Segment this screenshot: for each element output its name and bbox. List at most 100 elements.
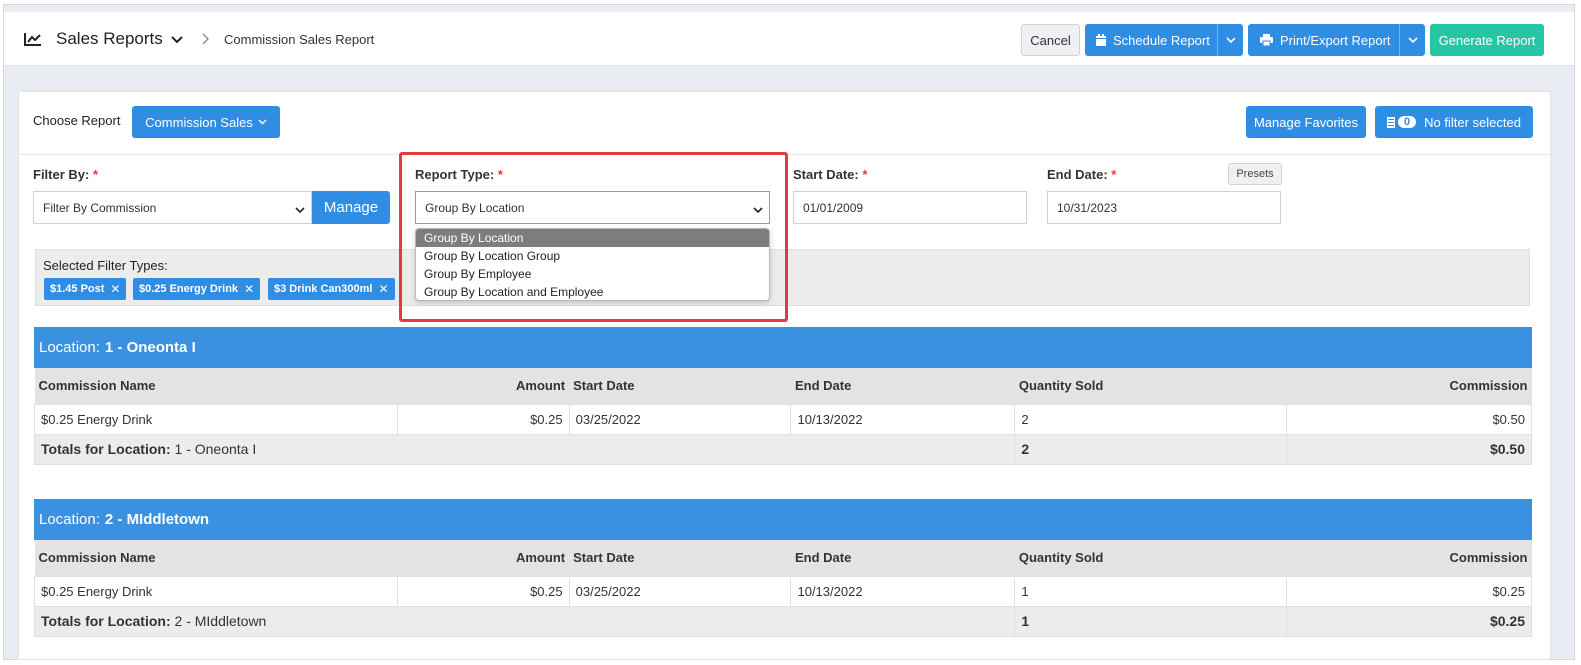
filter-chip[interactable]: $1.45 Post ✕ (44, 278, 127, 300)
close-icon[interactable]: ✕ (378, 282, 388, 296)
filter-by-select[interactable]: Filter By Commission (33, 191, 312, 224)
column-header: Amount (397, 540, 570, 576)
totals-commission-cell: $0.25 (1286, 605, 1532, 637)
schedule-report-label: Schedule Report (1113, 32, 1210, 48)
table-header-row: Commission Name Amount Start Date End Da… (34, 368, 1532, 404)
filter-by-value: Filter By Commission (43, 200, 157, 215)
column-header: Quantity Sold (1014, 368, 1287, 404)
quantity-cell: 2 (1014, 403, 1288, 435)
totals-label-cell: Totals for Location: 2 - MIddletown (33, 605, 1016, 637)
close-icon[interactable]: ✕ (110, 282, 120, 296)
table-header-row: Commission Name Amount Start Date End Da… (34, 540, 1532, 576)
column-header: Commission Name (34, 540, 398, 576)
choose-report-dropdown[interactable]: Commission Sales (132, 106, 280, 138)
chevron-down-icon[interactable] (1217, 24, 1243, 56)
totals-quantity-cell: 2 (1014, 433, 1288, 465)
schedule-report-button[interactable]: Schedule Report (1085, 24, 1243, 56)
chevron-down-icon[interactable] (170, 33, 184, 48)
totals-row: Totals for Location: 2 - MIddletown 1 $0… (33, 605, 1532, 637)
generate-report-label: Generate Report (1438, 32, 1536, 48)
presets-label: Presets (1236, 168, 1274, 180)
start-date-label-text: Start Date: (793, 167, 859, 182)
filter-chip-label: $0.25 Energy Drink (139, 283, 239, 295)
totals-row: Totals for Location: 1 - Oneonta I 2 $0.… (33, 433, 1532, 465)
chevron-down-icon[interactable] (1399, 24, 1425, 56)
printer-icon (1260, 34, 1273, 46)
totals-label-cell: Totals for Location: 1 - Oneonta I (33, 433, 1016, 465)
required-mark: * (92, 167, 99, 182)
manage-favorites-label: Manage Favorites (1253, 114, 1359, 130)
breadcrumb-separator-icon (200, 33, 210, 48)
generate-report-button[interactable]: Generate Report (1430, 24, 1544, 56)
column-header: Commission Name (34, 368, 398, 404)
manage-button-label: Manage (323, 199, 379, 216)
breadcrumb: Commission Sales Report (224, 32, 375, 47)
column-header: Commission (1286, 368, 1532, 404)
start-date-cell: 03/25/2022 (568, 575, 792, 607)
start-date-cell: 03/25/2022 (568, 403, 792, 435)
start-date-label: Start Date: * (793, 167, 867, 182)
manage-button[interactable]: Manage (312, 191, 390, 224)
filter-chip-label: $1.45 Post (50, 283, 105, 295)
close-icon[interactable]: ✕ (244, 282, 254, 296)
location-name: 1 - Oneonta I (104, 339, 196, 356)
location-name: 2 - MIddletown (104, 511, 210, 528)
amount-cell: $0.25 (396, 575, 570, 607)
filter-chip[interactable]: $0.25 Energy Drink ✕ (133, 278, 261, 300)
start-date-input[interactable]: 01/01/2009 (793, 191, 1027, 224)
column-header: Start Date (569, 540, 791, 576)
table-row: $0.25 Energy Drink $0.25 03/25/2022 10/1… (34, 575, 1532, 607)
table-row: $0.25 Energy Drink $0.25 03/25/2022 10/1… (34, 403, 1532, 435)
end-date-label: End Date: * (1047, 167, 1116, 182)
commission-name-cell: $0.25 Energy Drink (34, 575, 398, 607)
end-date-input[interactable]: 10/31/2023 (1047, 191, 1281, 224)
filter-chip-label: $3 Drink Can300ml (274, 283, 373, 295)
selected-filter-types-label: Selected Filter Types: (43, 258, 168, 273)
location-prefix: Location: (39, 511, 100, 528)
highlight-box (399, 152, 788, 322)
column-header: End Date (790, 368, 1015, 404)
amount-cell: $0.25 (396, 403, 570, 435)
column-header: End Date (790, 540, 1015, 576)
filter-chip[interactable]: $3 Drink Can300ml ✕ (268, 278, 395, 300)
end-date-cell: 10/13/2022 (790, 575, 1016, 607)
print-export-button[interactable]: Print/Export Report (1248, 24, 1425, 56)
commission-cell: $0.50 (1286, 403, 1532, 435)
location-header: Location: 2 - MIddletown (34, 499, 1532, 540)
chevron-down-icon (295, 203, 305, 217)
end-date-cell: 10/13/2022 (790, 403, 1016, 435)
totals-label: Totals for Location: (41, 441, 171, 457)
presets-button[interactable]: Presets (1228, 163, 1282, 185)
required-mark: * (862, 167, 868, 182)
choose-report-value: Commission Sales (145, 114, 253, 130)
start-date-value: 01/01/2009 (803, 200, 864, 215)
filter-by-label-text: Filter By: (33, 167, 90, 182)
commission-table: Commission Name Amount Start Date End Da… (33, 368, 1532, 465)
manage-favorites-button[interactable]: Manage Favorites (1246, 106, 1366, 138)
list-icon (1387, 116, 1396, 128)
filter-count-badge: 0 (1398, 116, 1417, 128)
chevron-down-icon (258, 119, 267, 125)
column-header: Quantity Sold (1014, 540, 1287, 576)
totals-location-name: 1 - Oneonta I (174, 441, 257, 457)
page-title: Sales Reports (56, 29, 163, 48)
location-prefix: Location: (39, 339, 100, 356)
column-header: Start Date (569, 368, 791, 404)
commission-table: Commission Name Amount Start Date End Da… (33, 540, 1532, 637)
choose-report-label: Choose Report (33, 113, 121, 128)
totals-location-name: 2 - MIddletown (174, 613, 267, 629)
totals-quantity-cell: 1 (1014, 605, 1288, 637)
filter-by-label: Filter By: * (33, 167, 98, 182)
totals-commission-cell: $0.50 (1286, 433, 1532, 465)
filter-status-button[interactable]: 0 No filter selected (1375, 106, 1533, 138)
end-date-label-text: End Date: (1047, 167, 1108, 182)
column-header: Amount (397, 368, 570, 404)
cancel-button[interactable]: Cancel (1021, 24, 1080, 56)
commission-name-cell: $0.25 Energy Drink (34, 403, 398, 435)
commission-cell: $0.25 (1286, 575, 1532, 607)
end-date-value: 10/31/2023 (1057, 200, 1118, 215)
required-mark: * (1111, 167, 1117, 182)
line-chart-icon (24, 32, 42, 49)
filter-status-label: No filter selected (1424, 114, 1521, 130)
page-header: Sales Reports Commission Sales Report Ca… (4, 12, 1574, 66)
